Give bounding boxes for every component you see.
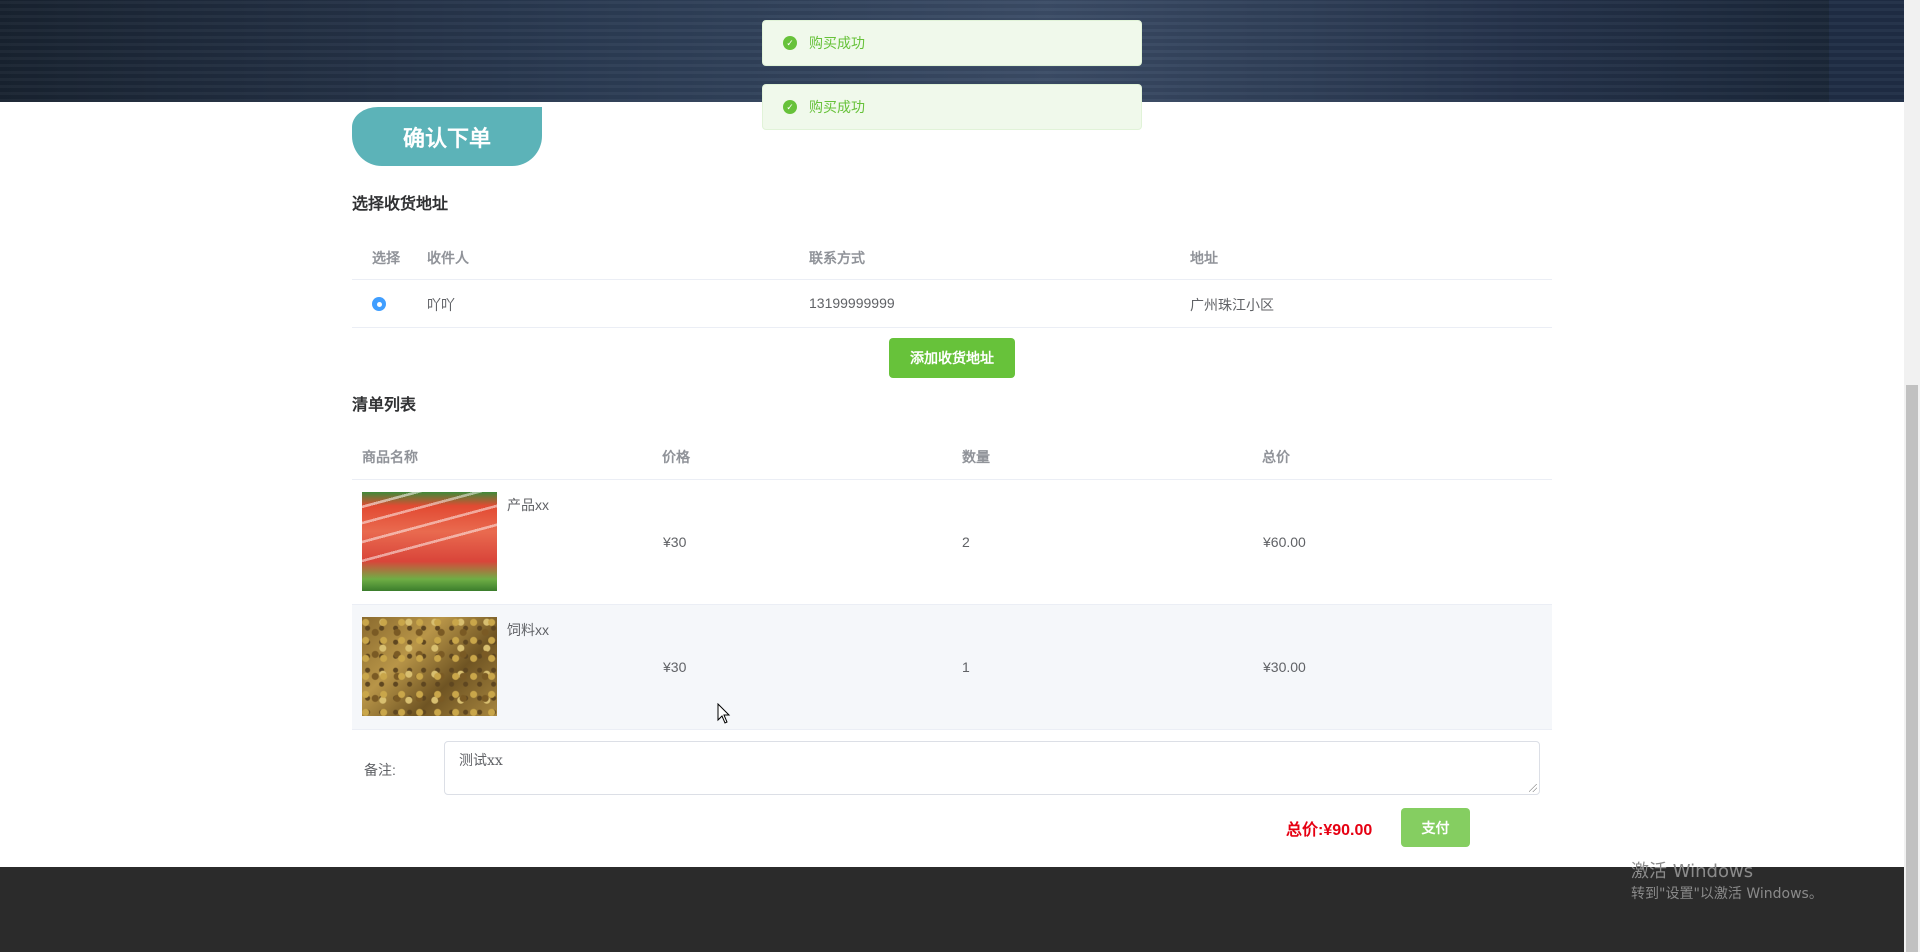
- order-section-title: 清单列表: [352, 397, 417, 414]
- activation-watermark-subtitle: 转到"设置"以激活 Windows。: [1631, 886, 1823, 902]
- header-contact: 联系方式: [809, 250, 865, 266]
- feed-image: [362, 617, 497, 716]
- header-address: 地址: [1190, 250, 1218, 266]
- recipient-name: 吖吖: [427, 297, 455, 313]
- address-table-header: 选择 收件人 联系方式 地址: [352, 233, 1552, 280]
- remark-textarea[interactable]: 测试xx: [444, 741, 1540, 795]
- check-circle-icon: ✓: [783, 36, 797, 50]
- header-total: 总价: [1262, 449, 1290, 465]
- address-radio[interactable]: [372, 297, 386, 311]
- product-price: ¥30: [663, 534, 687, 550]
- contact-phone: 13199999999: [809, 295, 895, 311]
- banner-edge: [1829, 0, 1904, 102]
- header-product-name: 商品名称: [362, 449, 418, 465]
- pay-button[interactable]: 支付: [1401, 808, 1470, 847]
- product-name: 饲料xx: [507, 622, 549, 638]
- total-value: ¥90.00: [1323, 822, 1373, 839]
- total-label: 总价:: [1286, 822, 1324, 839]
- check-circle-icon: ✓: [783, 100, 797, 114]
- header-quantity: 数量: [962, 449, 990, 465]
- activation-watermark-title: 激活 Windows: [1631, 861, 1754, 882]
- scrollbar-thumb[interactable]: [1906, 385, 1918, 952]
- order-item-row: 饲料xx ¥30 1 ¥30.00: [352, 605, 1552, 730]
- success-toast: ✓ 购买成功: [762, 20, 1142, 66]
- order-item-row: 产品xx ¥30 2 ¥60.00: [352, 480, 1552, 605]
- header-price: 价格: [662, 449, 690, 465]
- product-total: ¥30.00: [1263, 659, 1306, 675]
- resize-handle-icon[interactable]: [1529, 784, 1537, 792]
- success-toast: ✓ 购买成功: [762, 84, 1142, 130]
- order-total: 总价:¥90.00: [1286, 816, 1372, 840]
- toast-message: 购买成功: [809, 99, 865, 115]
- toast-message: 购买成功: [809, 35, 865, 51]
- header-select: 选择: [372, 250, 400, 266]
- product-price: ¥30: [663, 659, 687, 675]
- add-address-button[interactable]: 添加收货地址: [889, 338, 1015, 378]
- address-section-title: 选择收货地址: [352, 196, 449, 213]
- product-name: 产品xx: [507, 497, 549, 513]
- page-footer: [0, 867, 1904, 952]
- confirm-order-title: 确认下单: [352, 107, 542, 166]
- product-quantity: 1: [962, 659, 970, 675]
- product-total: ¥60.00: [1263, 534, 1306, 550]
- salmon-image: [362, 492, 497, 591]
- mouse-cursor-icon: [717, 703, 731, 724]
- remark-value: 测试xx: [459, 753, 503, 769]
- address-text: 广州珠江小区: [1190, 297, 1274, 313]
- remark-label: 备注:: [364, 762, 396, 778]
- header-recipient: 收件人: [427, 250, 469, 266]
- product-quantity: 2: [962, 534, 970, 550]
- address-row[interactable]: 吖吖 13199999999 广州珠江小区: [352, 280, 1552, 328]
- order-table-header: 商品名称 价格 数量 总价: [352, 433, 1552, 480]
